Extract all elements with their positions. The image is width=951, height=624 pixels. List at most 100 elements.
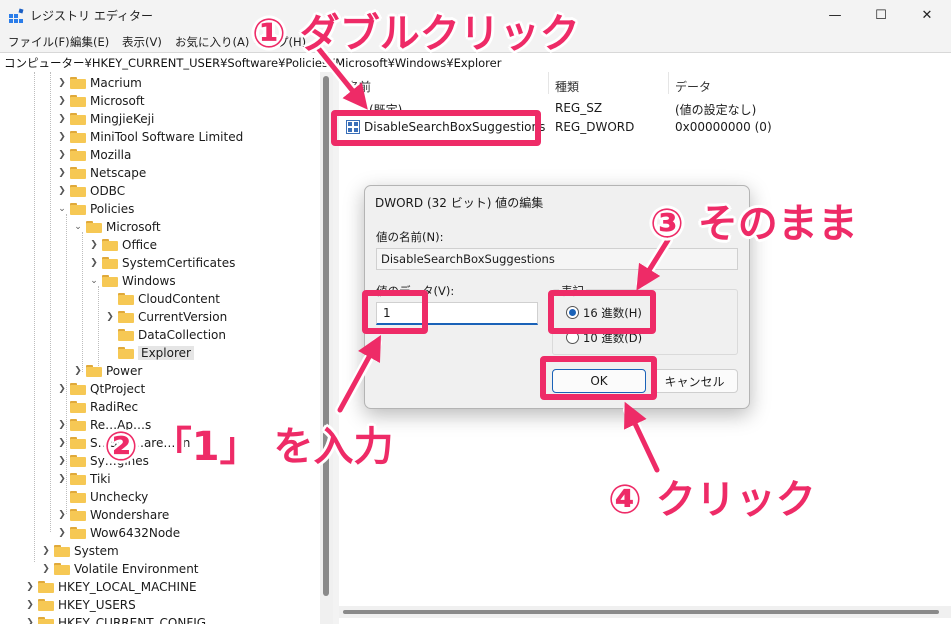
folder-icon — [70, 473, 86, 485]
chevron-right-icon[interactable]: ❯ — [56, 186, 68, 196]
annotation-step4: ④ クリック — [608, 477, 816, 523]
annotation-step1: ① ダブルクリック — [252, 11, 580, 57]
folder-icon — [118, 293, 134, 305]
highlight-data-input — [362, 290, 428, 334]
column-header-data[interactable]: データ — [675, 78, 711, 95]
menu-edit[interactable]: 編集(E) — [70, 34, 109, 50]
tree-item[interactable]: ❯ Microsoft — [56, 92, 144, 110]
tree-scroll-thumb[interactable] — [323, 76, 329, 596]
chevron-right-icon[interactable]: ❯ — [24, 582, 36, 592]
chevron-right-icon[interactable]: ❯ — [104, 312, 116, 322]
tree-item[interactable]: ❯ QtProject — [56, 380, 145, 398]
key-tree[interactable]: ❯ Macrium ❯ Microsoft ❯ MingjieKeji ❯ MiniTo… — [0, 72, 320, 624]
folder-icon — [38, 617, 54, 624]
folder-icon — [70, 185, 86, 197]
minimize-button[interactable]: — — [812, 0, 858, 30]
tree-item[interactable]: ❯ ODBC — [56, 182, 125, 200]
chevron-right-icon[interactable]: ❯ — [40, 564, 52, 574]
tree-item[interactable]: ❯ Office — [88, 236, 157, 254]
folder-icon — [54, 563, 70, 575]
folder-icon — [38, 581, 54, 593]
chevron-right-icon[interactable]: ❯ — [72, 366, 84, 376]
tree-scrollbar[interactable] — [320, 72, 333, 624]
tree-item[interactable]: ❯ HKEY_USERS — [24, 596, 136, 614]
tree-item-selected[interactable]: Explorer — [104, 344, 194, 362]
tree-item[interactable]: ⌄ Microsoft — [72, 218, 160, 236]
chevron-right-icon[interactable]: ❯ — [56, 438, 68, 448]
folder-icon — [70, 149, 86, 161]
values-hscroll-thumb[interactable] — [343, 610, 939, 614]
tree-item[interactable]: ⌄ Windows — [88, 272, 175, 290]
tree-item[interactable]: ❯ CurrentVersion — [104, 308, 227, 326]
tree-item[interactable]: ❯ System — [40, 542, 119, 560]
folder-icon — [70, 167, 86, 179]
tree-item[interactable]: CloudContent — [104, 290, 220, 308]
chevron-down-icon[interactable]: ⌄ — [56, 204, 68, 214]
value-name-field: DisableSearchBoxSuggestions — [376, 248, 738, 270]
tree-item[interactable]: ❯ HKEY_CURRENT_CONFIG — [24, 614, 206, 624]
tree-item[interactable]: ❯ MingjieKeji — [56, 110, 154, 128]
cancel-button[interactable]: キャンセル — [651, 369, 738, 393]
folder-icon — [70, 419, 86, 431]
chevron-right-icon[interactable]: ❯ — [56, 456, 68, 466]
tree-item[interactable]: ❯ MiniTool Software Limited — [56, 128, 243, 146]
chevron-right-icon[interactable]: ❯ — [40, 546, 52, 556]
tree-item[interactable]: ❯ HKEY_LOCAL_MACHINE — [24, 578, 196, 596]
tree-item[interactable]: ❯ Wondershare — [56, 506, 169, 524]
folder-icon — [70, 203, 86, 215]
chevron-right-icon[interactable]: ❯ — [56, 78, 68, 88]
tree-item[interactable]: Unchecky — [56, 488, 148, 506]
folder-icon — [70, 437, 86, 449]
folder-icon — [118, 311, 134, 323]
tree-item[interactable]: ❯ Mozilla — [56, 146, 131, 164]
tree-item[interactable]: ❯ Tiki — [56, 470, 110, 488]
folder-icon — [86, 221, 102, 233]
folder-icon — [70, 77, 86, 89]
registry-editor-icon — [9, 8, 24, 23]
tree-item[interactable]: ❯ Volatile Environment — [40, 560, 198, 578]
tree-item[interactable]: ❯ SystemCertificates — [88, 254, 235, 272]
column-header-name[interactable]: 名前 — [347, 78, 371, 95]
menu-favorites[interactable]: お気に入り(A) — [175, 34, 249, 50]
annotation-step2: ② 「1」 を入力 — [104, 424, 394, 470]
window-title: レジストリ エディター — [30, 9, 153, 23]
chevron-right-icon[interactable]: ❯ — [88, 258, 100, 268]
annotation-step3: ③ そのまま — [650, 201, 858, 247]
chevron-right-icon[interactable]: ❯ — [56, 150, 68, 160]
chevron-right-icon[interactable]: ❯ — [56, 528, 68, 538]
chevron-right-icon[interactable]: ❯ — [56, 96, 68, 106]
tree-item[interactable]: DataCollection — [104, 326, 226, 344]
value-type: REG_DWORD — [555, 120, 635, 134]
tree-item[interactable]: ❯ Power — [72, 362, 142, 380]
folder-icon — [38, 599, 54, 611]
tree-item[interactable]: ⌄ Policies — [56, 200, 134, 218]
values-hscrollbar[interactable] — [339, 606, 951, 618]
tree-item[interactable]: ❯ Wow6432Node — [56, 524, 180, 542]
tree-item[interactable]: ❯ Netscape — [56, 164, 146, 182]
chevron-down-icon[interactable]: ⌄ — [72, 222, 84, 232]
maximize-button[interactable]: ☐ — [858, 0, 904, 30]
column-header-type[interactable]: 種類 — [555, 78, 579, 95]
value-data: 0x00000000 (0) — [675, 120, 772, 134]
close-button[interactable]: ✕ — [904, 0, 950, 30]
menu-view[interactable]: 表示(V) — [122, 34, 162, 50]
chevron-right-icon[interactable]: ❯ — [56, 474, 68, 484]
chevron-down-icon[interactable]: ⌄ — [88, 276, 100, 286]
chevron-right-icon[interactable]: ❯ — [56, 168, 68, 178]
dialog-title: DWORD (32 ビット) 値の編集 — [375, 196, 544, 210]
chevron-right-icon[interactable]: ❯ — [24, 600, 36, 610]
chevron-right-icon[interactable]: ❯ — [88, 240, 100, 250]
chevron-right-icon[interactable]: ❯ — [56, 420, 68, 430]
folder-icon — [102, 257, 118, 269]
highlight-ok-button — [540, 356, 657, 400]
chevron-right-icon[interactable]: ❯ — [56, 114, 68, 124]
folder-icon — [118, 347, 134, 359]
chevron-right-icon[interactable]: ❯ — [56, 384, 68, 394]
chevron-right-icon[interactable]: ❯ — [56, 510, 68, 520]
chevron-right-icon[interactable]: ❯ — [56, 132, 68, 142]
folder-icon — [70, 383, 86, 395]
folder-icon — [86, 365, 102, 377]
menu-file[interactable]: ファイル(F) — [8, 34, 70, 50]
tree-item[interactable]: ❯ Macrium — [56, 74, 142, 92]
chevron-right-icon[interactable]: ❯ — [24, 618, 36, 624]
